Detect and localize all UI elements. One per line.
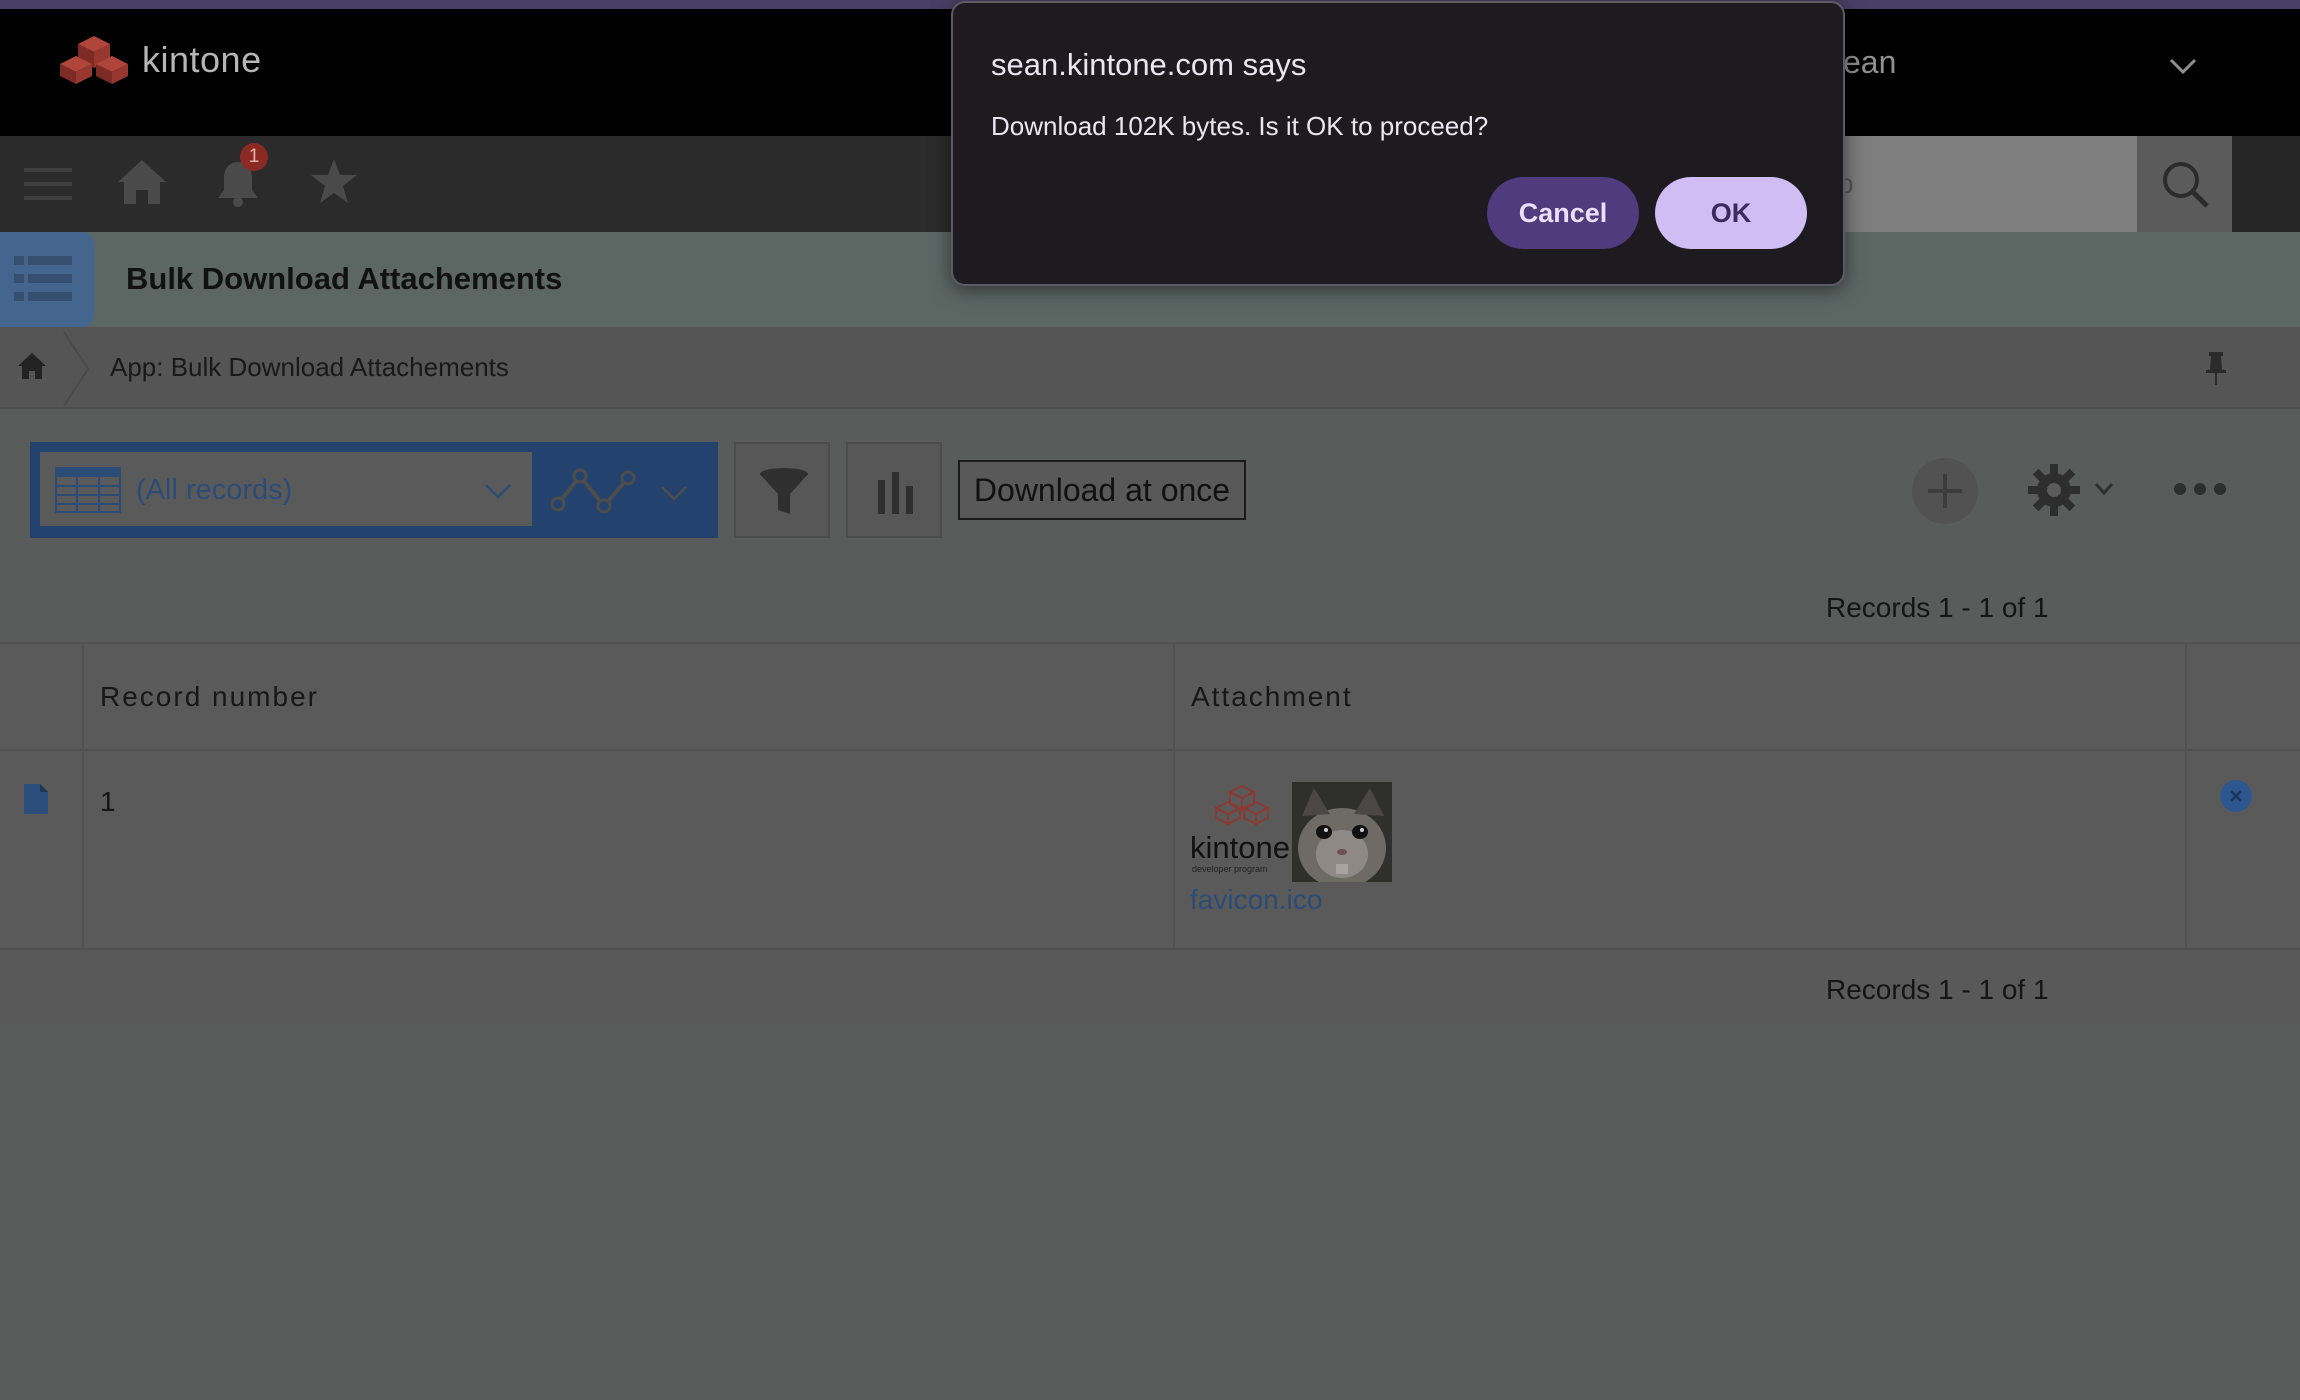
attachment-filename-link[interactable]: favicon.ico (1190, 884, 1322, 916)
download-at-once-button[interactable]: Download at once (958, 460, 1246, 520)
list-icon (14, 256, 72, 301)
chevron-down-icon (485, 484, 511, 499)
star-icon[interactable] (308, 156, 360, 208)
attachment-thumbnail-logo[interactable]: kintone developer program (1190, 784, 1292, 878)
chevron-down-icon[interactable] (2168, 56, 2198, 76)
column-divider (82, 642, 84, 950)
bar-chart-icon (878, 472, 913, 514)
more-options-icon[interactable] (2172, 476, 2228, 502)
table-header (0, 642, 2300, 751)
search-icon (2163, 162, 2209, 208)
ok-button[interactable]: OK (1655, 177, 1807, 249)
app-list-icon-button[interactable] (0, 232, 94, 327)
gear-icon[interactable] (2026, 462, 2082, 518)
records-count-bottom: Records 1 - 1 of 1 (1826, 974, 2049, 1005)
dialog-title: sean.kintone.com says (991, 47, 1307, 82)
filter-button[interactable] (734, 442, 830, 538)
filter-icon (760, 468, 808, 514)
column-divider (2185, 642, 2187, 950)
graph-icon[interactable] (550, 462, 636, 518)
cancel-button[interactable]: Cancel (1487, 177, 1639, 249)
cat-photo (1292, 782, 1392, 882)
logo-text: kintone (142, 39, 262, 80)
confirm-dialog: sean.kintone.com says Download 102K byte… (951, 1, 1845, 286)
record-number-cell: 1 (100, 786, 116, 817)
column-divider (1173, 642, 1175, 950)
table-row[interactable] (0, 751, 2300, 950)
record-detail-icon[interactable] (22, 782, 50, 816)
notification-badge: 1 (240, 143, 268, 171)
thumbnail-logo-text: kintone (1190, 830, 1290, 865)
column-header-attachment[interactable]: Attachment (1191, 681, 1353, 713)
close-icon (2230, 790, 2242, 802)
kintone-logo-icon (60, 36, 128, 84)
search-input[interactable] (1825, 136, 2137, 232)
graph-report-button[interactable] (846, 442, 942, 538)
delete-record-button[interactable] (2220, 780, 2252, 812)
attachment-thumbnail-cat-image[interactable] (1292, 782, 1392, 882)
breadcrumb-home-icon[interactable] (16, 350, 48, 382)
column-header-record-number[interactable]: Record number (100, 681, 319, 713)
kintone-logo-icon: kintone developer program (1190, 784, 1290, 874)
home-icon[interactable] (116, 156, 168, 208)
add-record-button[interactable] (1912, 458, 1978, 524)
thumbnail-logo-subtext: developer program (1192, 864, 1268, 874)
hamburger-menu-icon[interactable] (22, 158, 74, 210)
user-name[interactable]: ean (1843, 44, 1896, 81)
breadcrumb-separator (63, 331, 90, 407)
table-view-icon (55, 467, 121, 513)
chevron-down-icon[interactable] (660, 484, 688, 502)
dialog-message: Download 102K bytes. Is it OK to proceed… (991, 111, 1489, 141)
nav-right-panel (2232, 136, 2300, 232)
app-title: Bulk Download Attachements (126, 261, 563, 296)
pin-icon[interactable] (2200, 350, 2232, 386)
breadcrumb-app-link[interactable]: App: Bulk Download Attachements (110, 352, 509, 383)
kintone-logo[interactable]: kintone (60, 34, 262, 86)
records-count: Records 1 - 1 of 1 (1826, 592, 2049, 623)
search-button[interactable] (2137, 136, 2232, 232)
chevron-down-icon[interactable] (2094, 482, 2114, 496)
view-label: (All records) (136, 474, 293, 506)
plus-icon (1928, 474, 1962, 508)
